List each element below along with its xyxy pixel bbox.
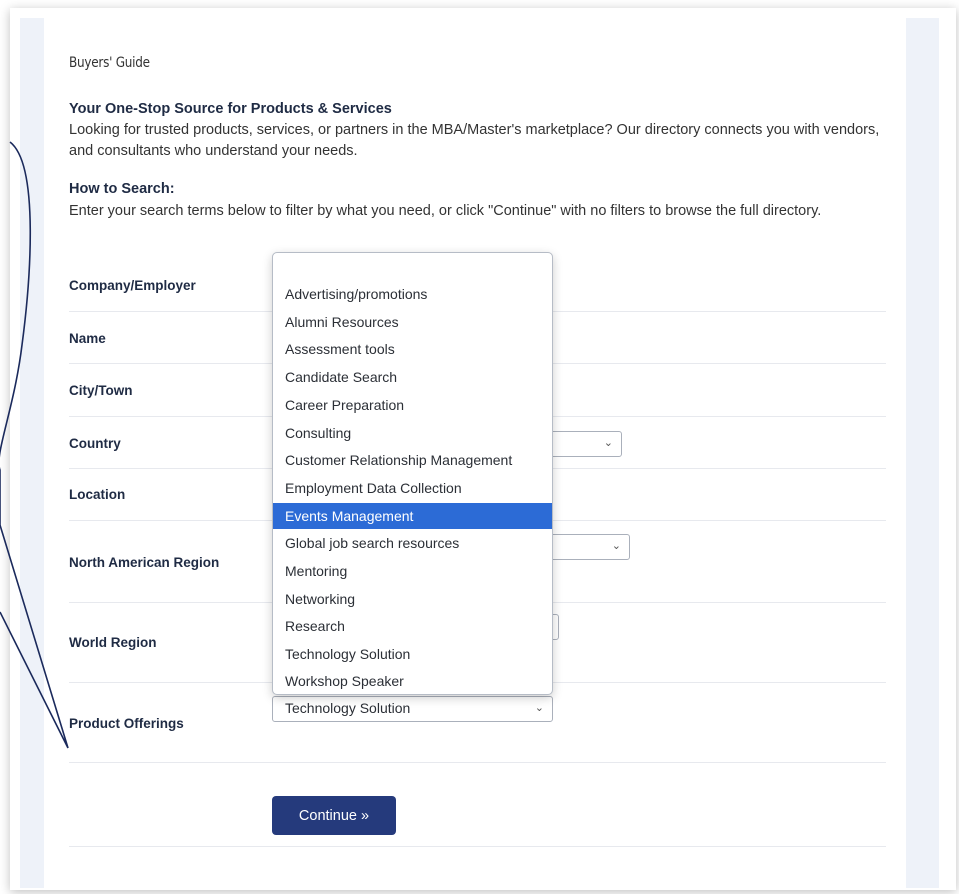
callout-annotation	[0, 141, 69, 749]
